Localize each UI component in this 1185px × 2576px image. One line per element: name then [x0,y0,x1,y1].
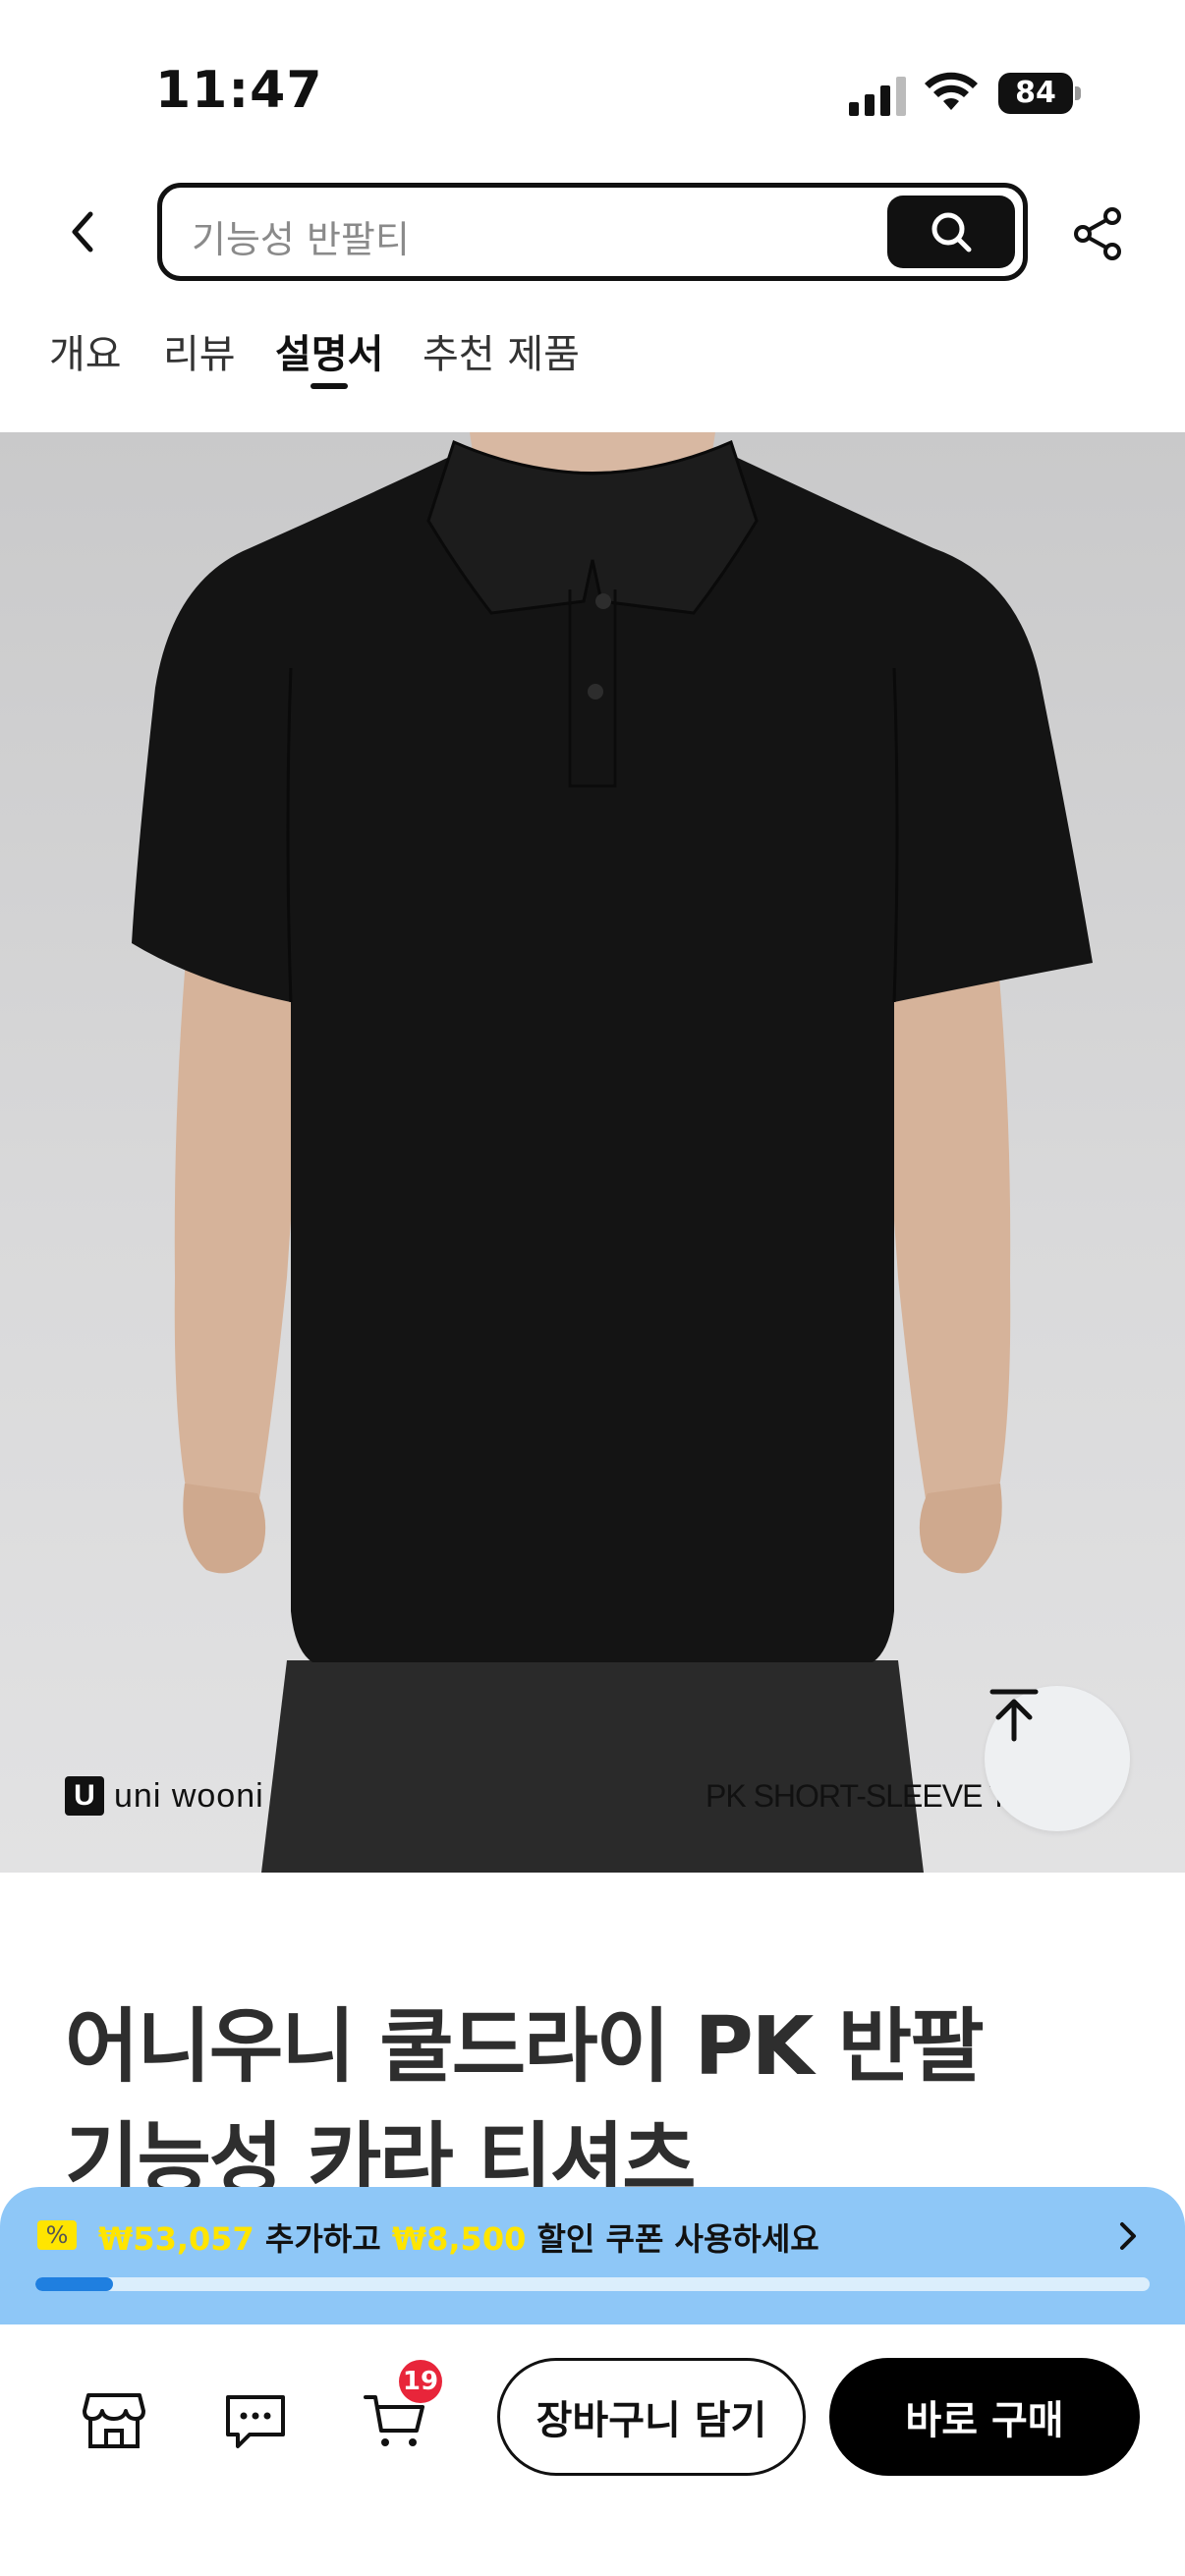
bottom-action-bar: 19 장바구니 담기 바로 구매 [0,2324,1185,2576]
coupon-discount: ₩8,500 [391,2220,527,2258]
coupon-text-end: 할인 쿠폰 사용하세요 [526,2220,819,2258]
chevron-right-icon [1120,2222,1136,2250]
coupon-text-middle: 추가하고 [254,2220,392,2258]
image-caption: PK SHORT-SLEEVE T [705,1778,1008,1814]
tab-recommended[interactable]: 추천 제품 [423,322,580,379]
tab-overview[interactable]: 개요 [49,322,122,379]
tab-reviews[interactable]: 리뷰 [163,322,236,379]
brand-mark: U [65,1776,104,1816]
add-to-cart-button[interactable]: 장바구니 담기 [497,2358,806,2476]
active-tab-indicator [310,383,348,389]
brand-logo: U uni wooni [65,1776,264,1816]
back-arrow-icon [72,211,93,252]
status-bar: 11:47 84 [0,0,1185,167]
store-icon [83,2393,145,2448]
coupon-banner[interactable]: % ₩53,057 추가하고 ₩8,500 할인 쿠폰 사용하세요 [0,2187,1185,2324]
store-button[interactable] [75,2381,153,2460]
battery-icon: 84 [998,73,1081,114]
coupon-message: ₩53,057 추가하고 ₩8,500 할인 쿠폰 사용하세요 [98,2214,819,2260]
cellular-signal-icon [849,77,906,116]
search-input[interactable]: 기능성 반팔티 [157,183,1028,281]
battery-level: 84 [998,73,1073,114]
product-title-area: 어니우니 쿨드라이 PK 반팔 기능성 카라 티셔츠 [0,1873,1185,2208]
scroll-to-top-button[interactable] [985,1686,1130,1831]
header: 기능성 반팔티 [0,167,1185,295]
status-time: 11:47 [155,61,323,120]
share-button[interactable] [1067,202,1130,265]
coupon-amount-needed: ₩53,057 [98,2220,254,2258]
product-title: 어니우니 쿨드라이 PK 반팔 기능성 카라 티셔츠 [65,1990,1146,2218]
back-button[interactable] [51,200,114,263]
chat-button[interactable] [216,2381,295,2460]
product-title-line-1: 어니우니 쿨드라이 PK 반팔 [65,2000,985,2094]
wifi-icon [925,72,978,110]
tab-description[interactable]: 설명서 [275,322,383,379]
coupon-progress-bar [35,2277,1150,2291]
polo-shirt-photo [132,432,1093,1873]
share-icon [1074,207,1121,260]
chat-icon [226,2395,285,2448]
product-image: U uni wooni PK SHORT-SLEEVE T [0,432,1185,1873]
brand-name: uni wooni [114,1776,264,1815]
search-placeholder: 기능성 반팔티 [192,218,410,261]
section-tabs: 개요 리뷰 설명서 추천 제품 [0,312,1185,393]
cart-count-badge: 19 [399,2360,442,2403]
search-button[interactable] [887,196,1015,268]
buy-now-button[interactable]: 바로 구매 [829,2358,1140,2476]
search-icon [931,212,972,252]
discount-percent-icon: % [37,2220,77,2250]
arrow-up-icon [989,1689,1039,1742]
coupon-progress-fill [35,2277,114,2291]
